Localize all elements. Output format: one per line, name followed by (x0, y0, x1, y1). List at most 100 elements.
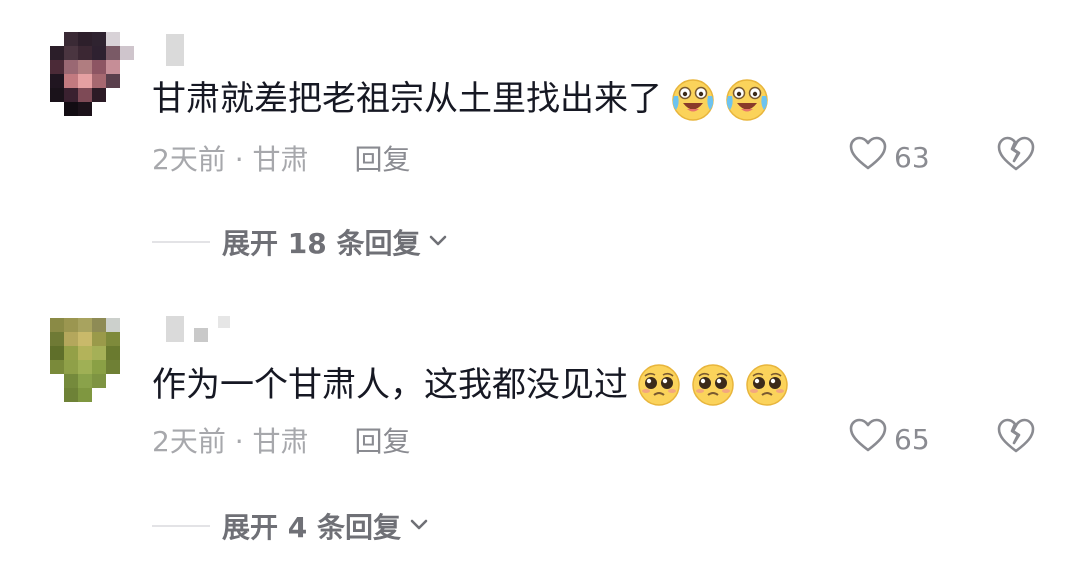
avatar-pixel (92, 74, 106, 88)
avatar-pixel (92, 318, 106, 332)
avatar-pixel (78, 46, 92, 60)
divider-line (152, 241, 210, 243)
avatar-pixel (64, 60, 78, 74)
avatar-pixel (78, 60, 92, 74)
like-button[interactable]: 65 (848, 416, 930, 463)
avatar-pixel (106, 102, 120, 116)
avatar-pixel (50, 88, 64, 102)
avatar-pixel (50, 46, 64, 60)
like-button[interactable]: 63 (848, 134, 930, 181)
pleading-face-emoji (636, 362, 682, 408)
avatar-pixel (64, 360, 78, 374)
avatar-pixel (120, 102, 134, 116)
expand-replies-label: 展开 4 条回复 (222, 511, 401, 544)
avatar-pixel (92, 46, 106, 60)
like-count: 63 (894, 141, 930, 174)
avatar-pixel (106, 332, 120, 346)
avatar-pixel (78, 388, 92, 402)
avatar-pixel (120, 332, 134, 346)
avatar-pixel (106, 374, 120, 388)
avatar-pixel (92, 32, 106, 46)
avatar-pixel (120, 32, 134, 46)
avatar[interactable] (50, 32, 134, 116)
comment-text: 作为一个甘肃人，这我都没见过 (152, 362, 790, 408)
avatar-pixel (120, 88, 134, 102)
username-pixelated[interactable] (166, 316, 230, 342)
avatar-pixel (78, 360, 92, 374)
avatar-pixel (64, 346, 78, 360)
comment-meta: 2天前 · 甘肃 回复 (152, 138, 411, 178)
like-count: 65 (894, 423, 930, 456)
avatar-pixel (120, 388, 134, 402)
avatar-pixel (64, 388, 78, 402)
comment-text: 甘肃就差把老祖宗从土里找出来了 (152, 76, 770, 122)
avatar-pixel (78, 74, 92, 88)
avatar-pixel (64, 332, 78, 346)
expand-replies-button[interactable]: 展开 4 条回复 (152, 506, 431, 546)
avatar-pixel (78, 332, 92, 346)
avatar-pixel (64, 374, 78, 388)
avatar-pixel (78, 88, 92, 102)
comment-time-location: 2天前 · 甘肃 (152, 143, 309, 176)
dislike-button[interactable] (995, 133, 1037, 175)
avatar-pixel (50, 318, 64, 332)
dislike-button[interactable] (995, 415, 1037, 457)
avatar-pixel (106, 346, 120, 360)
expand-replies-label: 展开 18 条回复 (222, 227, 421, 260)
avatar-pixel (78, 32, 92, 46)
avatar-pixel (64, 318, 78, 332)
comment-text-content: 甘肃就差把老祖宗从土里找出来了 (152, 79, 662, 119)
avatar-pixel (64, 32, 78, 46)
crying-laugh-emoji (670, 76, 716, 122)
avatar-pixel (120, 360, 134, 374)
avatar-pixel (120, 346, 134, 360)
avatar-pixel (78, 346, 92, 360)
avatar-pixel (64, 88, 78, 102)
comment-meta: 2天前 · 甘肃 回复 (152, 420, 411, 460)
avatar-pixel (50, 32, 64, 46)
avatar-pixel (78, 318, 92, 332)
avatar-pixel (120, 74, 134, 88)
avatar-pixel (92, 88, 106, 102)
avatar-pixel (120, 374, 134, 388)
avatar-pixel (92, 332, 106, 346)
avatar-pixel (92, 346, 106, 360)
avatar-pixel (106, 88, 120, 102)
avatar-pixel (50, 102, 64, 116)
avatar[interactable] (50, 318, 134, 402)
avatar-pixel (106, 360, 120, 374)
avatar-pixel (50, 374, 64, 388)
chevron-down-icon (401, 510, 431, 543)
expand-replies-button[interactable]: 展开 18 条回复 (152, 222, 450, 262)
heart-icon (848, 416, 888, 463)
avatar-pixel (64, 74, 78, 88)
broken-heart-icon (995, 418, 1037, 461)
comment-item: 作为一个甘肃人，这我都没见过 2天前 · 甘肃 回复 65 展开 4 条回复 (0, 288, 1080, 576)
avatar-pixel (78, 374, 92, 388)
reply-button[interactable]: 回复 (355, 420, 411, 460)
username-pixelated[interactable] (166, 34, 184, 66)
crying-laugh-emoji (724, 76, 770, 122)
avatar-pixel (92, 102, 106, 116)
comment-text-content: 作为一个甘肃人，这我都没见过 (152, 365, 628, 405)
chevron-down-icon (420, 226, 450, 259)
avatar-pixel (120, 318, 134, 332)
pleading-face-emoji (744, 362, 790, 408)
pleading-face-emoji (690, 362, 736, 408)
avatar-pixel (106, 388, 120, 402)
avatar-pixel (78, 102, 92, 116)
avatar-pixel (120, 46, 134, 60)
heart-icon (848, 134, 888, 181)
comment-item: 甘肃就差把老祖宗从土里找出来了 2天前 · 甘肃 回复 63 展开 18 条回复 (0, 0, 1080, 288)
avatar-pixel (106, 60, 120, 74)
avatar-pixel (106, 32, 120, 46)
avatar-pixel (50, 60, 64, 74)
reply-button[interactable]: 回复 (355, 138, 411, 178)
avatar-pixel (92, 60, 106, 74)
avatar-pixel (50, 388, 64, 402)
comment-time-location: 2天前 · 甘肃 (152, 425, 309, 458)
avatar-pixel (106, 74, 120, 88)
avatar-pixel (50, 346, 64, 360)
avatar-pixel (92, 374, 106, 388)
avatar-pixel (64, 46, 78, 60)
